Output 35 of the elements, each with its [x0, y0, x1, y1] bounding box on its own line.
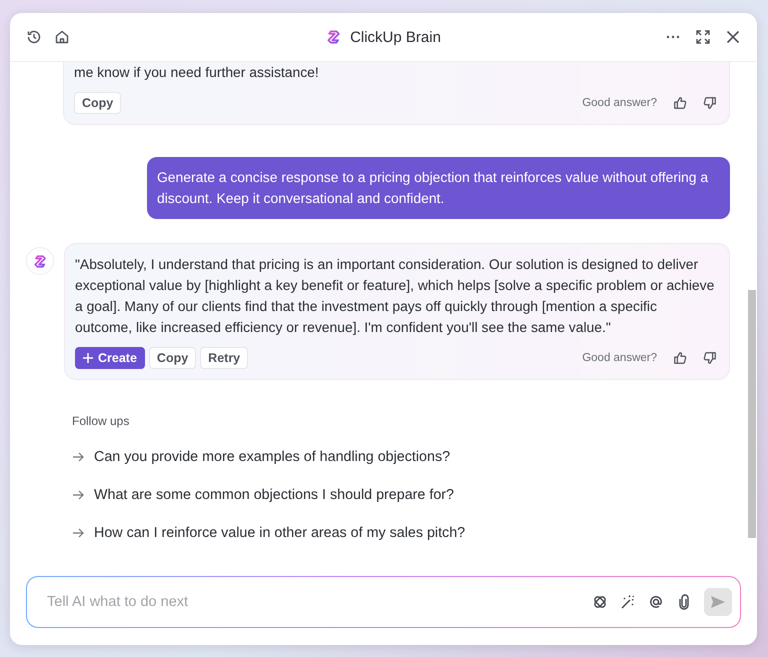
thumbs-up-icon[interactable] [673, 96, 687, 110]
prompt-field[interactable]: Tell AI what to do next [45, 593, 580, 611]
action-button[interactable]: Copy [148, 347, 196, 369]
follow-up-suggestion[interactable]: Can you provide more examples of handling objections? [72, 438, 730, 476]
response-text: me know if you need further assistance! [74, 63, 320, 82]
brain-logo-icon [326, 29, 342, 45]
user-message: Generate a concise response to a pricing objection that reinforces value without offering a discount. Keep it conversational and confident. [147, 157, 730, 219]
home-icon[interactable] [54, 29, 70, 45]
integrations-icon[interactable] [592, 594, 608, 610]
arrow-icon [72, 451, 84, 463]
mention-icon[interactable] [648, 594, 664, 610]
scrollbar-thumb[interactable] [748, 290, 756, 538]
thumbs-down-icon[interactable] [703, 351, 717, 365]
magic-wand-icon[interactable] [620, 594, 636, 610]
follow-up-suggestion[interactable]: How can I reinforce value in other areas of my sales pitch? [72, 514, 730, 552]
history-icon[interactable] [26, 29, 42, 45]
close-icon[interactable] [725, 29, 741, 45]
action-button[interactable]: Retry [200, 347, 248, 369]
feedback-label: Good answer? [582, 352, 657, 364]
feedback-label: Good answer? [582, 97, 657, 109]
plus-icon [83, 353, 93, 363]
response-text: "Absolutely, I understand that pricing is an important consideration. Our solution is designed to deliver exceptional value by [highlight a key benefit or feature], which helps [solve a specific problem or achieve a goal]. Many of our clients find that the investment pays off quickly through [mention a specific outcome, like increased efficiency or revenue]. I'm confident you'll see the same value." [75, 255, 716, 337]
send-icon [710, 594, 726, 610]
follow-ups-label: Follow ups [72, 414, 130, 428]
brain-logo-icon [32, 254, 48, 268]
create-button[interactable]: Create [75, 347, 145, 369]
window-title: ClickUp Brain [350, 28, 441, 46]
thumbs-down-icon[interactable] [703, 96, 717, 110]
arrow-icon [72, 527, 84, 539]
thumbs-up-icon[interactable] [673, 351, 687, 365]
follow-up-suggestion[interactable]: What are some common objections I should prepare for? [72, 476, 730, 514]
arrow-icon [72, 489, 84, 501]
action-button[interactable]: Copy [74, 92, 122, 114]
prompt-box[interactable]: Tell AI what to do next [26, 576, 741, 628]
expand-icon[interactable] [695, 29, 711, 45]
